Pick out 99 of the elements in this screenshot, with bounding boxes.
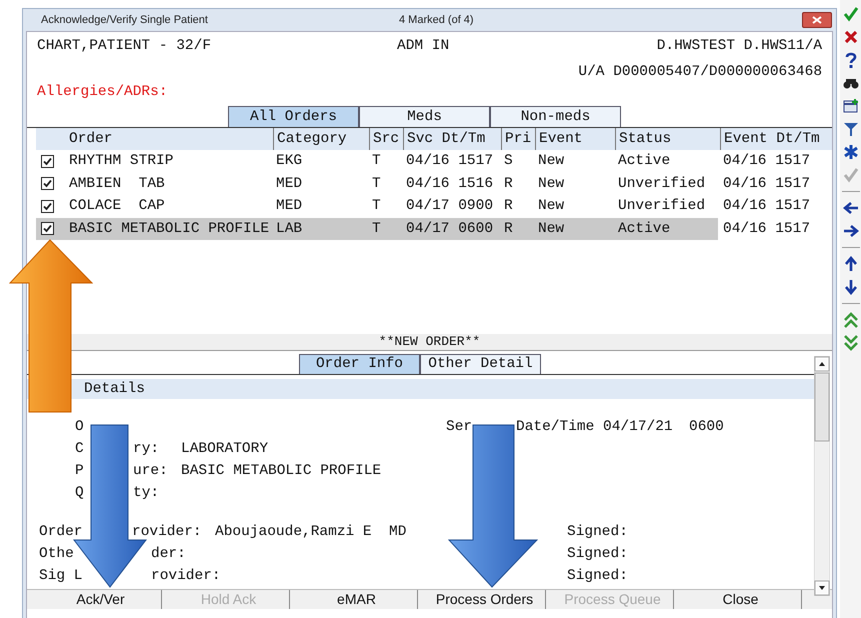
vertical-scrollbar[interactable] [814, 356, 830, 596]
field-value: BASIC METABOLIC PROFILE [181, 463, 382, 479]
order-row[interactable]: RHYTHM STRIP EKG T 04/16 1517 S New Active 04/16 1517 [36, 150, 832, 172]
marked-count: 4 Marked (of 4) [399, 14, 474, 26]
table-cell-text: R [503, 176, 514, 192]
field-value: 0600 [689, 419, 724, 435]
table-cell-text: Active [617, 153, 672, 170]
table-cell-text: T [371, 153, 382, 170]
table-cell-text: T [371, 220, 382, 237]
field-label: O [75, 419, 84, 435]
checkbox[interactable] [41, 222, 54, 236]
table-cell-text: 04/16 1517 [722, 153, 812, 170]
field-label: ry: [133, 441, 160, 457]
field-value: LABORATORY [181, 441, 268, 457]
double-up-icon[interactable] [842, 312, 859, 328]
table-cell-text: S [503, 153, 514, 170]
patient-name: CHART,PATIENT - 32/F [37, 38, 212, 56]
admission-status: ADM IN [397, 38, 450, 56]
table-cell-text: R [503, 220, 514, 237]
field-label: Othe [39, 546, 74, 562]
table-cell-text: R [503, 198, 514, 214]
order-filter-tab[interactable]: Non-meds [490, 106, 621, 127]
right-arrow-icon[interactable] [842, 223, 859, 239]
field-label: Sig L [39, 568, 83, 584]
table-cell-text: 04/16 1517 [722, 176, 812, 192]
detail-tab[interactable]: Other Detail [420, 354, 541, 374]
table-cell-text: 04/16 1517 [722, 220, 812, 237]
close-icon [812, 16, 822, 24]
table-cell-text: 04/16 1516 [405, 176, 494, 192]
patient-location: D.HWSTEST D.HWS11/A [656, 38, 822, 56]
table-cell-text: MED [275, 198, 304, 214]
new-order-label: **NEW ORDER** [378, 334, 480, 349]
table-cell-text: RHYTHM STRIP [68, 153, 174, 170]
account-number: U/A D000005407/D000000063468 [578, 64, 822, 82]
check-icon[interactable] [842, 167, 859, 183]
column-header[interactable]: Pri [501, 128, 535, 150]
field-label: rovider: [151, 568, 221, 584]
close-icon[interactable] [842, 29, 859, 45]
field-label: rovider: [132, 524, 202, 540]
field-label: P [75, 463, 84, 479]
table-cell-text: 04/16 1517 [405, 153, 494, 170]
field-label: Date/Time 04/17/21 [516, 419, 673, 435]
field-label: Signed: [567, 524, 628, 540]
table-cell-text: Active [617, 220, 672, 237]
checkbox[interactable] [41, 154, 54, 168]
column-header[interactable]: Event Dt/Tm [720, 128, 824, 150]
close-button[interactable] [802, 12, 832, 28]
table-cell-text: Unverified [617, 176, 706, 192]
section-title: Details [84, 381, 145, 397]
table-cell-text: 04/17 0900 [405, 198, 494, 214]
field-label: Signed: [567, 568, 628, 584]
help-icon[interactable] [842, 52, 859, 68]
down-arrow-icon[interactable] [842, 279, 859, 295]
order-row[interactable]: AMBIEN TAB MED T 04/16 1516 R New Unverified 04/16 1517 [36, 172, 832, 195]
detail-tab[interactable]: Order Info [299, 354, 420, 374]
column-header[interactable]: Status [615, 128, 720, 150]
checkbox[interactable] [41, 177, 54, 190]
double-down-icon[interactable] [842, 335, 859, 351]
column-header[interactable]: Order [66, 128, 273, 150]
table-cell-text: AMBIEN TAB [68, 176, 166, 192]
field-label: ty: [133, 485, 160, 501]
checkbox[interactable] [41, 200, 54, 213]
table-cell-text: COLACE CAP [68, 198, 166, 214]
table-cell-text: LAB [275, 220, 304, 237]
table-cell-text: New [537, 153, 566, 170]
table-cell-text: MED [275, 176, 304, 192]
field-label: ure: [133, 463, 168, 479]
order-filter-tab[interactable]: Meds [359, 106, 490, 127]
calendar-icon[interactable] [842, 98, 859, 114]
column-header[interactable]: Category [273, 128, 369, 150]
field-value: Aboujaoude,Ramzi E MD [215, 524, 406, 540]
allergies-label: Allergies/ADRs: [37, 84, 168, 100]
table-cell-text: 04/16 1517 [722, 198, 812, 214]
column-header[interactable]: Src [369, 128, 403, 150]
table-cell-text: New [537, 176, 566, 192]
check-icon[interactable] [842, 6, 859, 22]
left-arrow-icon[interactable] [842, 200, 859, 216]
column-header[interactable]: Svc Dt/Tm [403, 128, 501, 150]
table-cell-text: T [371, 176, 382, 192]
field-label: Q [75, 485, 84, 501]
up-arrow-icon[interactable] [842, 256, 859, 272]
table-cell-text: New [537, 198, 566, 214]
table-cell-text: Unverified [617, 198, 706, 214]
table-cell-text: BASIC METABOLIC PROFILE [68, 220, 270, 237]
field-label: C [75, 441, 84, 457]
field-label: der: [151, 546, 186, 562]
table-cell-text: New [537, 220, 566, 237]
column-header[interactable]: Event [535, 128, 615, 150]
order-row[interactable]: COLACE CAP MED T 04/17 0900 R New Unverified 04/16 1517 [36, 195, 832, 218]
table-cell-text: EKG [275, 153, 304, 170]
table-cell-text: T [371, 198, 382, 214]
field-label: Order [39, 524, 83, 540]
field-label: Signed: [567, 546, 628, 562]
table-cell-text: 04/17 0600 [405, 220, 494, 237]
filter-icon[interactable] [842, 121, 859, 137]
asterisk-icon[interactable] [842, 144, 859, 160]
order-filter-tab[interactable]: All Orders [228, 106, 359, 127]
window-title: Acknowledge/Verify Single Patient [41, 14, 209, 26]
field-label: Ser [446, 419, 472, 435]
